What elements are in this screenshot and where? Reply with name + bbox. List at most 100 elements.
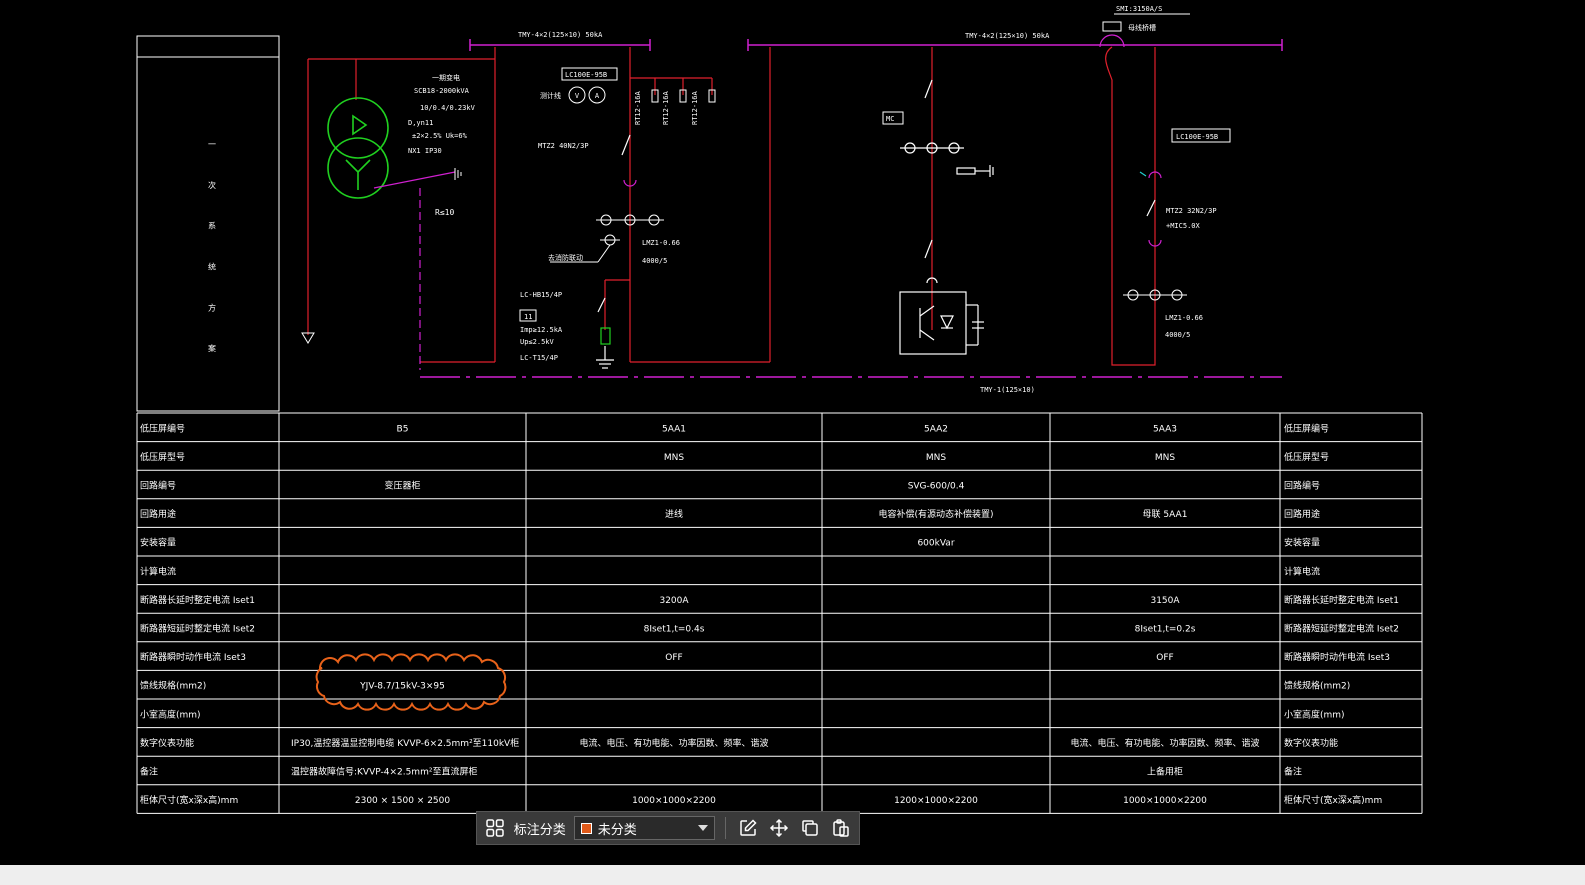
voltmeter-letter: V (575, 92, 580, 100)
table-cell: 断路器长延时整定电流 Iset1 (140, 594, 255, 606)
status-strip (0, 865, 1585, 885)
copy-icon[interactable] (798, 815, 823, 841)
table-cell: 回路用途 (1284, 508, 1320, 520)
paste-icon[interactable] (828, 815, 853, 841)
transformer-spec-6: NX1 IP30 (408, 147, 442, 155)
igbt-module-icon (899, 291, 984, 355)
table-cell: 8Iset1,t=0.4s (644, 625, 705, 635)
busbar-left (469, 39, 651, 51)
table-cell: OFF (665, 653, 682, 663)
incoming-breaker-symbol (621, 134, 637, 187)
table-cell: 小室高度(mm) (1284, 708, 1345, 720)
category-dropdown[interactable]: 未分类 (573, 816, 716, 840)
transformer-symbol (327, 97, 389, 199)
table-cell: 馈线规格(mm2) (140, 680, 206, 692)
cad-drawing[interactable]: 一 次 系 统 方 案 TMY-4×2(125×10) 50kA TMY-4×2… (0, 0, 1585, 865)
table-cell: 断路器长延时整定电流 Iset1 (1284, 594, 1399, 606)
busbar-right-label: TMY-4×2(125×10) 50kA (965, 32, 1050, 40)
mc-tag: MC (886, 115, 894, 123)
table-cell: 低压屏型号 (1284, 451, 1329, 463)
table-cell: 数字仪表功能 (140, 737, 194, 749)
parameter-table-text: 低压屏编号 低压屏编号 B5 5AA1 5AA2 5AA3 低压屏型号 低压屏型号 MNS MNS… (140, 422, 1399, 806)
table-cell: 进线 (665, 508, 683, 520)
busbar-duct-label: 母线桥槽 (1128, 23, 1156, 32)
outgoing-meter-tag: LC100E-95B (1176, 133, 1218, 141)
table-cell: 5AA3 (1153, 424, 1177, 434)
table-cell: 上备用柜 (1147, 766, 1183, 778)
move-icon[interactable] (767, 815, 792, 841)
spd-imp: Imp≥12.5kA (520, 326, 563, 334)
table-cell: 母联 5AA1 (1143, 509, 1188, 520)
table-cell: 小室高度(mm) (140, 708, 201, 720)
table-cell: 3150A (1150, 596, 1180, 606)
incoming-meter-label: 测计线 (540, 91, 561, 100)
ground-resistance-label: R≤10 (435, 208, 454, 217)
outgoing-ct-label: LMZ1-0.66 (1165, 314, 1203, 322)
incoming-ct-ratio: 4000/5 (642, 257, 667, 265)
category-value: 未分类 (597, 821, 637, 837)
annotation-category-label: 标注分类 (513, 821, 566, 837)
transformer-spec-5: ±2×2.5% Uk=6% (412, 132, 468, 140)
outgoing-trip-label: +MIC5.0X (1166, 222, 1201, 230)
spd-num: 11 (524, 313, 532, 321)
table-cell: 3200A (659, 596, 689, 606)
table-cell: 断路器短延时整定电流 Iset2 (140, 623, 255, 635)
table-cell: 2300 × 1500 × 2500 (355, 796, 451, 806)
outgoing-breaker-label: MTZ2 32N2/3P (1166, 207, 1217, 215)
table-cell: 安装容量 (1284, 537, 1320, 549)
ammeter-letter: A (595, 92, 600, 100)
title-vertical: 一 次 系 统 方 案 (208, 140, 217, 366)
table-cell: 5AA1 (662, 424, 686, 434)
smi-label: SMI:3150A/S (1116, 5, 1162, 13)
table-cell: 断路器瞬时动作电流 Iset3 (140, 651, 246, 663)
outgoing-breaker-symbol (1139, 171, 1162, 247)
table-cell: 断路器短延时整定电流 Iset2 (1284, 623, 1399, 635)
table-cell: 600kVar (917, 539, 954, 549)
cad-viewport[interactable]: 一 次 系 统 方 案 TMY-4×2(125×10) 50kA TMY-4×2… (0, 0, 1585, 865)
busbar-duct-symbol (1102, 21, 1122, 32)
outgoing-wiring (1105, 46, 1156, 366)
table-cell: 变压器柜 (384, 480, 420, 492)
transformer-spec-2: SCB18-2000kVA (414, 87, 470, 95)
table-cell: 备注 (1284, 766, 1302, 778)
table-cell: 低压屏编号 (1284, 422, 1329, 434)
table-cell: 低压屏编号 (140, 422, 185, 434)
busbar-left-label: TMY-4×2(125×10) 50kA (518, 31, 603, 39)
incoming-meter-tag: LC100E-95B (565, 71, 607, 79)
edit-icon[interactable] (736, 815, 761, 841)
transformer-neutral (373, 171, 456, 370)
incoming-wiring (604, 47, 771, 363)
svg-panel-switches (900, 79, 994, 284)
table-cell: YJV-8.7/15kV-3×95 (359, 682, 445, 692)
parameter-table (136, 412, 1423, 814)
table-cell: IP30,温控器温显控制电缆 KVVP-6×2.5mm²至110kV柜 (291, 737, 519, 749)
incoming-breaker-label: MTZ2 40N2/3P (538, 142, 589, 150)
incoming-ct-label: LMZ1-0.66 (642, 239, 680, 247)
spd-model: LC-HB15/4P (520, 291, 562, 299)
fuse-label-2: RT12-16A (662, 90, 670, 125)
table-cell: 1200×1000×2200 (894, 796, 978, 806)
table-cell: 计算电流 (1284, 565, 1320, 577)
table-cell: 安装容量 (140, 537, 176, 549)
grid-icon[interactable] (483, 815, 508, 841)
table-cell: MNS (1155, 453, 1175, 463)
spd-up: Up≤2.5kV (520, 338, 555, 346)
table-cell: 电流、电压、有功电能、功率因数、频率、谐波 (1070, 737, 1259, 749)
table-cell: 5AA2 (924, 424, 948, 434)
category-color-swatch (580, 822, 592, 834)
transformer-spec-1: 一期变电 (432, 73, 460, 82)
fuse-label-1: RT12-16A (634, 90, 642, 125)
table-cell: 回路编号 (140, 480, 176, 492)
table-cell: SVG-600/0.4 (908, 482, 965, 492)
table-cell: MNS (664, 453, 684, 463)
bottom-busbar-label: TMY-1(125×10) (980, 386, 1035, 394)
table-cell: OFF (1156, 653, 1173, 663)
toolbar-divider (725, 817, 727, 839)
table-cell: 计算电流 (140, 565, 176, 577)
table-cell: 1000×1000×2200 (1123, 796, 1207, 806)
table-cell: B5 (397, 424, 409, 434)
table-cell: 温控器故障信号:KVVP-4×2.5mm²至直流屏柜 (291, 766, 477, 778)
table-cell: 柜体尺寸(宽x深x高)mm (1284, 794, 1382, 806)
table-cell: 8Iset1,t=0.2s (1135, 625, 1196, 635)
table-cell: 低压屏型号 (140, 451, 185, 463)
